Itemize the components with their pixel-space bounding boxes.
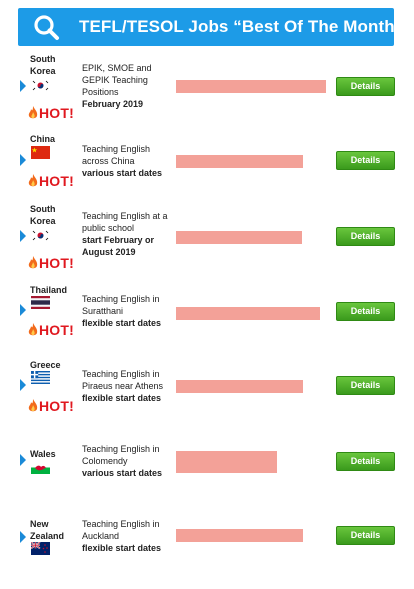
hot-label: HOT! — [39, 255, 75, 271]
job-title: Teaching English in Piraeus near Athens — [82, 369, 164, 391]
job-title: Teaching English in Suratthani — [82, 294, 160, 316]
south-korea-flag-icon — [31, 79, 50, 92]
job-row-south-korea: South Korea HOT! EPIK, SMOE and GEPIK Te… — [0, 50, 414, 122]
job-description: Teaching English in Auckland flexible st… — [82, 518, 174, 554]
thailand-flag-icon — [31, 296, 50, 309]
arrow-icon — [20, 379, 26, 391]
start-date: flexible start dates — [82, 543, 162, 553]
country-name: South Korea — [30, 54, 56, 76]
china-flag-icon — [31, 146, 50, 159]
job-title: EPIK, SMOE and GEPIK Teaching Positions — [82, 63, 152, 97]
job-row-china: China HOT! Teaching English across China… — [0, 130, 414, 202]
hot-label: HOT! — [39, 322, 75, 338]
flame-icon — [28, 174, 38, 187]
job-description: Teaching English at a public school star… — [82, 210, 174, 258]
start-date: flexible start dates — [82, 318, 162, 328]
hot-badge: HOT! — [28, 322, 74, 338]
start-date: various start dates — [82, 168, 163, 178]
details-button[interactable]: Details — [336, 227, 395, 246]
country-name: Wales — [30, 449, 56, 459]
hot-label: HOT! — [39, 105, 75, 121]
start-date: flexible start dates — [82, 393, 162, 403]
header-title: TEFL/TESOL Jobs “Best Of The Month” — [79, 17, 404, 36]
redacted-block — [176, 451, 277, 473]
arrow-icon — [20, 531, 26, 543]
wales-flag-icon — [31, 461, 50, 474]
country-name: South Korea — [30, 204, 56, 226]
job-description: Teaching English across China various st… — [82, 143, 174, 179]
details-button[interactable]: Details — [336, 452, 395, 471]
details-button[interactable]: Details — [336, 526, 395, 545]
flame-icon — [28, 323, 38, 336]
hot-badge: HOT! — [28, 255, 74, 271]
greece-flag-icon — [31, 371, 50, 384]
job-description: Teaching English in Piraeus near Athens … — [82, 368, 174, 404]
new-zealand-flag-icon — [31, 542, 50, 555]
arrow-icon — [20, 80, 26, 92]
start-date: start February or August 2019 — [82, 235, 155, 257]
start-date: various start dates — [82, 468, 163, 478]
jobs-header: TEFL/TESOL Jobs “Best Of The Month” — [18, 8, 403, 46]
flame-icon — [28, 106, 38, 119]
job-description: Teaching English in Colomendy various st… — [82, 443, 174, 479]
job-row-thailand: Thailand HOT! Teaching English in Suratt… — [0, 282, 414, 354]
job-row-wales: Wales Teaching English in Colomendy vari… — [0, 443, 414, 515]
flame-icon — [28, 399, 38, 412]
details-button[interactable]: Details — [336, 151, 395, 170]
country-name: Greece — [30, 360, 61, 370]
hot-label: HOT! — [39, 398, 75, 414]
redacted-block — [176, 231, 302, 244]
redacted-block — [176, 80, 326, 93]
job-title: Teaching English across China — [82, 144, 151, 166]
hot-badge: HOT! — [28, 173, 74, 189]
redacted-block — [176, 155, 303, 168]
arrow-icon — [20, 304, 26, 316]
redacted-block — [176, 529, 303, 542]
country-name: New Zealand — [30, 519, 65, 541]
flame-icon — [28, 256, 38, 269]
job-title: Teaching English at a public school — [82, 211, 168, 233]
hot-badge: HOT! — [28, 398, 74, 414]
arrow-icon — [20, 154, 26, 166]
redacted-block — [176, 307, 320, 320]
job-row-south-korea-2: South Korea HOT! Teaching English at a p… — [0, 200, 414, 272]
job-row-new-zealand: New Zealand Teaching English in Auckland… — [0, 517, 414, 589]
details-button[interactable]: Details — [336, 302, 395, 321]
job-description: Teaching English in Suratthani flexible … — [82, 293, 174, 329]
start-date: February 2019 — [82, 99, 144, 109]
search-icon — [34, 15, 59, 40]
job-title: Teaching English in Auckland — [82, 519, 160, 541]
country-name: China — [30, 134, 56, 144]
details-button[interactable]: Details — [336, 376, 395, 395]
country-name: Thailand — [30, 285, 68, 295]
job-description: EPIK, SMOE and GEPIK Teaching Positions … — [82, 62, 174, 110]
redacted-block — [176, 380, 303, 393]
south-korea-flag-icon — [31, 229, 50, 242]
job-row-greece: Greece HOT! Teaching English in Piraeus … — [0, 357, 414, 429]
hot-label: HOT! — [39, 173, 75, 189]
arrow-icon — [20, 230, 26, 242]
arrow-icon — [20, 454, 26, 466]
details-button[interactable]: Details — [336, 77, 395, 96]
job-title: Teaching English in Colomendy — [82, 444, 160, 466]
hot-badge: HOT! — [28, 105, 74, 121]
